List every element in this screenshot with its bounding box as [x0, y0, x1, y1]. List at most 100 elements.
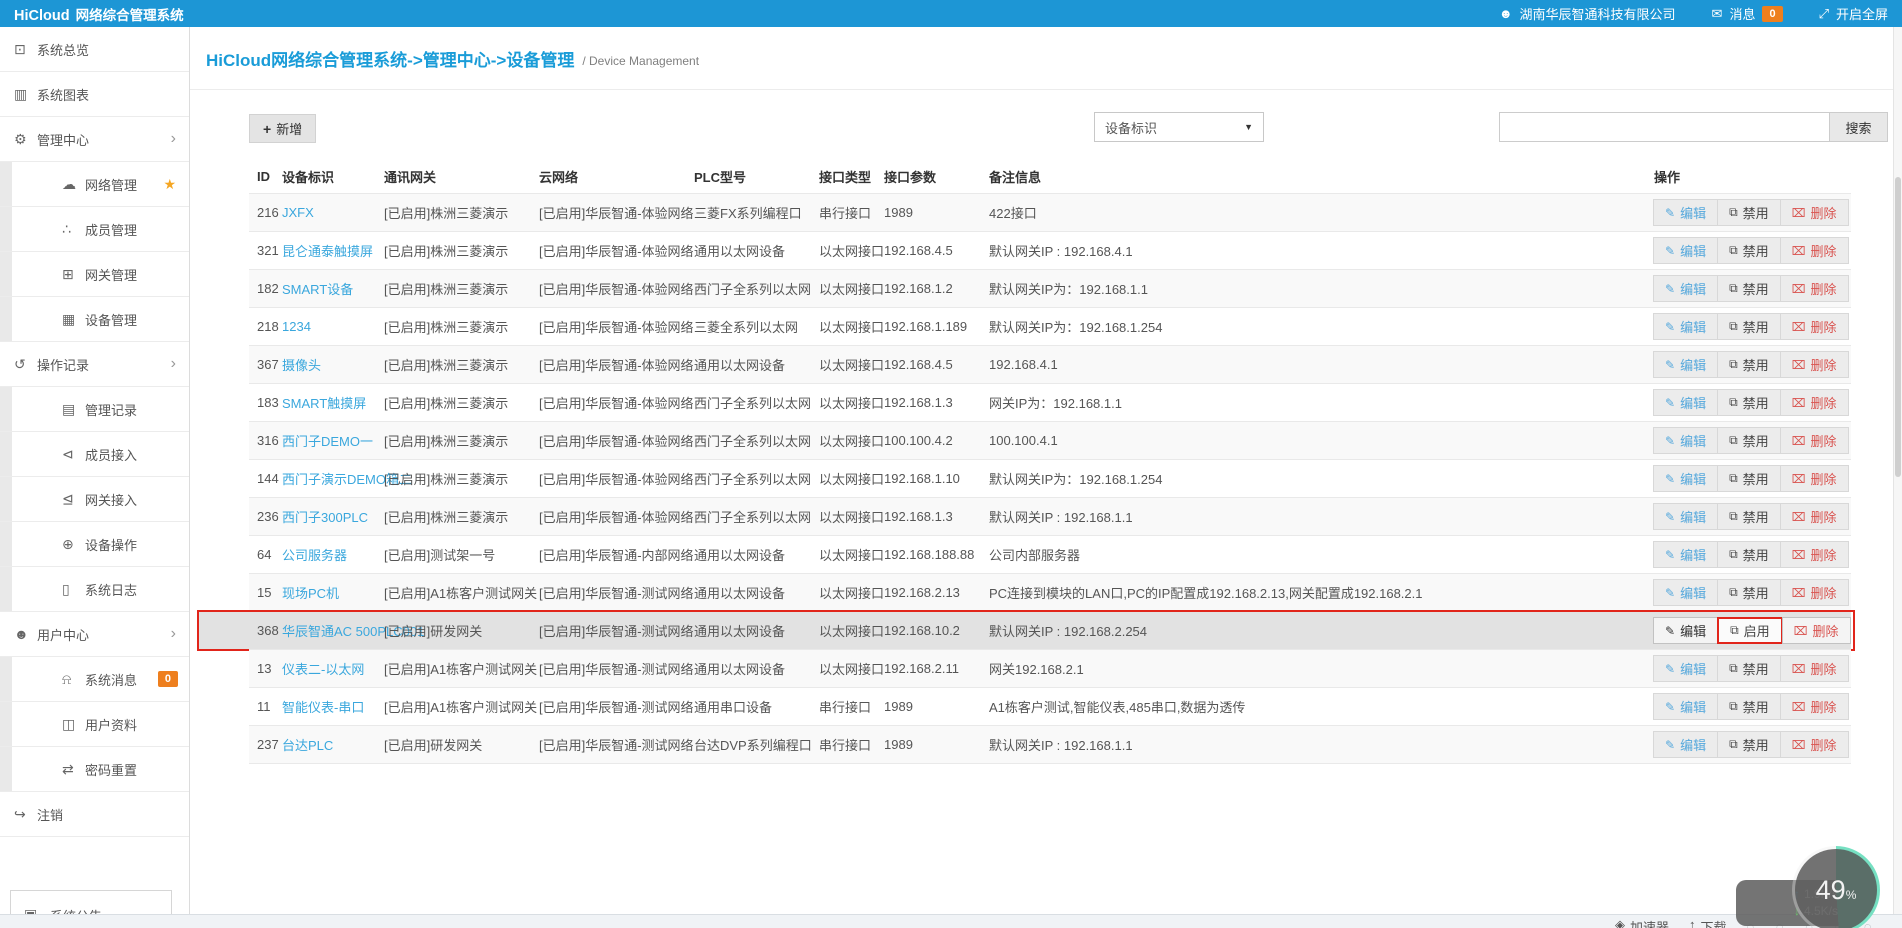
cell: 网关IP为：192.168.1.1	[989, 393, 1654, 412]
device-name-link[interactable]: 西门子300PLC	[282, 510, 368, 525]
sidebar-item-4[interactable]: ∴成员管理	[0, 207, 189, 252]
sidebar-item-7[interactable]: ↺操作记录›	[0, 342, 189, 387]
sidebar-item-5[interactable]: ⊞网关管理	[0, 252, 189, 297]
delete-button[interactable]: ⌧删除	[1782, 617, 1851, 644]
device-name-link[interactable]: 台达PLC	[282, 738, 333, 753]
edit-button[interactable]: ✎编辑	[1653, 503, 1718, 530]
edit-button[interactable]: ✎编辑	[1653, 313, 1718, 340]
toggle-button[interactable]: ⧉禁用	[1717, 731, 1781, 758]
edit-button-icon: ✎	[1665, 548, 1675, 562]
delete-button[interactable]: ⌧删除	[1780, 693, 1849, 720]
toggle-button[interactable]: ⧉禁用	[1717, 199, 1781, 226]
add-button[interactable]: + 新增	[249, 114, 316, 143]
edit-button[interactable]: ✎编辑	[1653, 237, 1718, 264]
device-name-link[interactable]: 仪表二-以太网	[282, 662, 364, 677]
table-row-144: 144西门子演示DEMO箱二[已启用]株洲三菱演示[已启用]华辰智通-体验网络西…	[249, 459, 1851, 497]
sidebar-item-12[interactable]: ▯系统日志	[0, 567, 189, 612]
toggle-button[interactable]: ⧉禁用	[1717, 313, 1781, 340]
delete-button[interactable]: ⌧删除	[1780, 579, 1849, 606]
edit-button[interactable]: ✎编辑	[1653, 275, 1718, 302]
toggle-button[interactable]: ⧉禁用	[1717, 237, 1781, 264]
edit-button[interactable]: ✎编辑	[1653, 351, 1718, 378]
sidebar-item-13[interactable]: ☻用户中心›	[0, 612, 189, 657]
company-menu[interactable]: ☻ 湖南华辰智通科技有限公司	[1499, 4, 1676, 23]
toggle-button[interactable]: ⧉禁用	[1717, 655, 1781, 682]
fullscreen-button[interactable]: ⤢ 开启全屏	[1819, 4, 1888, 23]
edit-button[interactable]: ✎编辑	[1653, 465, 1718, 492]
toggle-button-icon: ⧉	[1729, 281, 1738, 296]
edit-button[interactable]: ✎编辑	[1653, 579, 1718, 606]
sidebar-item-label: 管理记录	[85, 400, 137, 419]
toggle-button[interactable]: ⧉禁用	[1717, 389, 1781, 416]
device-name-link[interactable]: 西门子DEMO一	[282, 434, 373, 449]
usage-gauge-widget[interactable]: 49 %	[1792, 846, 1880, 928]
edit-button[interactable]: ✎编辑	[1653, 655, 1718, 682]
edit-button[interactable]: ✎编辑	[1653, 199, 1718, 226]
delete-button[interactable]: ⌧删除	[1780, 541, 1849, 568]
cell: 西门子全系列以太网	[694, 507, 819, 526]
toggle-button[interactable]: ⧉禁用	[1717, 427, 1781, 454]
edit-button[interactable]: ✎编辑	[1653, 427, 1718, 454]
edit-button[interactable]: ✎编辑	[1653, 693, 1718, 720]
scrollbar-thumb[interactable]	[1895, 177, 1901, 477]
delete-button[interactable]: ⌧删除	[1780, 465, 1849, 492]
edit-button[interactable]: ✎编辑	[1653, 541, 1718, 568]
device-name-link[interactable]: 摄像头	[282, 358, 321, 373]
cell: 以太网接口	[819, 621, 884, 640]
device-name-link[interactable]: 1234	[282, 319, 311, 334]
cell-device-name: SMART触摸屏	[282, 393, 384, 412]
device-name-link[interactable]: 公司服务器	[282, 548, 347, 563]
delete-button[interactable]: ⌧删除	[1780, 655, 1849, 682]
sidebar-item-0[interactable]: ⊡系统总览	[0, 27, 189, 72]
sidebar-item-17[interactable]: ↪注销	[0, 792, 189, 837]
delete-button-icon: ⌧	[1792, 244, 1806, 258]
bottom-tool-0[interactable]: ◈加速器	[1615, 917, 1669, 928]
toggle-button[interactable]: ⧉禁用	[1717, 351, 1781, 378]
delete-button[interactable]: ⌧删除	[1780, 427, 1849, 454]
toggle-button[interactable]: ⧉禁用	[1717, 541, 1781, 568]
device-name-link[interactable]: 智能仪表-串口	[282, 700, 364, 715]
sidebar-item-16[interactable]: ⇄密码重置	[0, 747, 189, 792]
cell: 192.168.4.1	[989, 357, 1654, 372]
delete-button[interactable]: ⌧删除	[1780, 503, 1849, 530]
delete-button[interactable]: ⌧删除	[1780, 389, 1849, 416]
sidebar-item-3[interactable]: ☁网络管理★	[0, 162, 189, 207]
device-name-link[interactable]: JXFX	[282, 205, 314, 220]
toggle-button[interactable]: ⧉禁用	[1717, 465, 1781, 492]
sidebar-item-10[interactable]: ⊴网关接入	[0, 477, 189, 522]
toggle-button[interactable]: ⧉禁用	[1717, 503, 1781, 530]
sidebar-item-9[interactable]: ⊲成员接入	[0, 432, 189, 477]
device-name-link[interactable]: 昆仑通泰触摸屏	[282, 244, 373, 259]
toggle-button[interactable]: ⧉禁用	[1717, 579, 1781, 606]
edit-button[interactable]: ✎编辑	[1653, 389, 1718, 416]
edit-button[interactable]: ✎编辑	[1653, 617, 1718, 644]
bottom-tool-1[interactable]: ↑下载	[1689, 917, 1727, 928]
toggle-button[interactable]: ⧉启用	[1717, 617, 1783, 644]
edit-button[interactable]: ✎编辑	[1653, 731, 1718, 758]
sidebar-item-11[interactable]: ⊕设备操作	[0, 522, 189, 567]
sidebar-item-15[interactable]: ◫用户资料	[0, 702, 189, 747]
sidebar-item-14[interactable]: ⍾系统消息0	[0, 657, 189, 702]
delete-button[interactable]: ⌧删除	[1780, 731, 1849, 758]
sidebar-item-2[interactable]: ⚙管理中心›	[0, 117, 189, 162]
delete-button[interactable]: ⌧删除	[1780, 313, 1849, 340]
cell: 通用以太网设备	[694, 355, 819, 374]
search-button[interactable]: 搜索	[1829, 112, 1888, 142]
device-filter-select[interactable]: 设备标识 ▼	[1094, 112, 1264, 142]
cell: 默认网关IP : 192.168.2.254	[989, 621, 1654, 640]
delete-button[interactable]: ⌧删除	[1780, 237, 1849, 264]
messages-menu[interactable]: ✉ 消息 0	[1712, 4, 1783, 23]
device-name-link[interactable]: 现场PC机	[282, 586, 339, 601]
topbar-right: ☻ 湖南华辰智通科技有限公司 ✉ 消息 0 ⤢ 开启全屏	[1499, 4, 1888, 23]
sidebar-item-8[interactable]: ▤管理记录	[0, 387, 189, 432]
delete-button[interactable]: ⌧删除	[1780, 275, 1849, 302]
search-input[interactable]	[1499, 112, 1830, 142]
sidebar-item-1[interactable]: ▥系统图表	[0, 72, 189, 117]
toggle-button[interactable]: ⧉禁用	[1717, 693, 1781, 720]
sidebar-item-6[interactable]: ▦设备管理	[0, 297, 189, 342]
device-name-link[interactable]: SMART设备	[282, 282, 353, 297]
delete-button[interactable]: ⌧删除	[1780, 351, 1849, 378]
device-name-link[interactable]: SMART触摸屏	[282, 396, 366, 411]
delete-button[interactable]: ⌧删除	[1780, 199, 1849, 226]
toggle-button[interactable]: ⧉禁用	[1717, 275, 1781, 302]
